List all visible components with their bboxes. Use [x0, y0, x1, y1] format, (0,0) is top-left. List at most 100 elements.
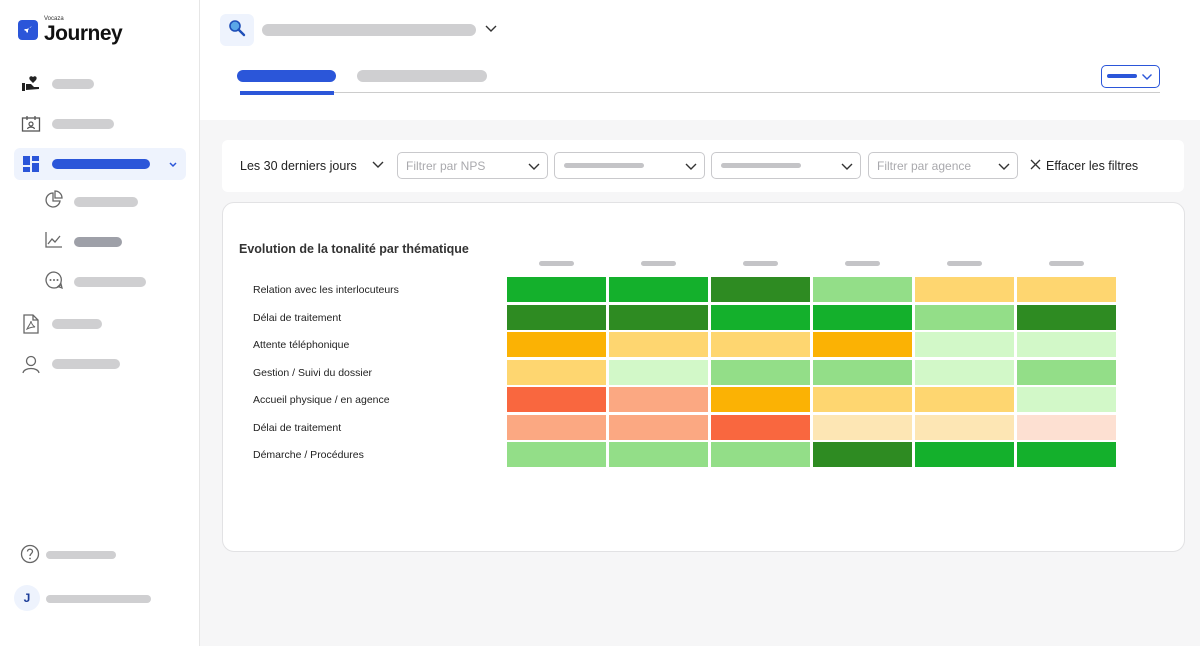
- subitem-line[interactable]: [44, 228, 184, 256]
- sidebar-item-user-label: [52, 359, 120, 369]
- view-selector-value: [1107, 74, 1137, 78]
- top-bar: [200, 0, 1200, 120]
- heatmap-cell[interactable]: [609, 359, 708, 385]
- clear-filters-button[interactable]: Effacer les filtres: [1030, 152, 1138, 179]
- sidebar-item-1[interactable]: [14, 68, 186, 100]
- period-filter-label: Les 30 derniers jours: [240, 159, 357, 173]
- heatmap-cell[interactable]: [813, 387, 912, 412]
- heatmap-cell[interactable]: [915, 359, 1014, 385]
- chevron-down-icon: [684, 160, 698, 179]
- tab-inactive[interactable]: [357, 70, 487, 82]
- sidebar-item-1-label: [52, 79, 94, 89]
- heatmap-cell[interactable]: [915, 332, 1014, 357]
- filter-select-4-value: [721, 163, 801, 168]
- heatmap-cell[interactable]: [507, 304, 606, 330]
- heatmap-cell[interactable]: [813, 332, 912, 357]
- heatmap-cell[interactable]: [507, 332, 606, 357]
- view-selector[interactable]: [1101, 65, 1160, 88]
- heatmap-cell[interactable]: [813, 277, 912, 302]
- heatmap-cell[interactable]: [813, 304, 912, 330]
- rocket-icon: [18, 20, 38, 40]
- heatmap-cell[interactable]: [1017, 359, 1116, 385]
- pie-chart-icon: [44, 189, 64, 215]
- sidebar-item-pdf[interactable]: [14, 308, 186, 340]
- heatmap-cell[interactable]: [915, 277, 1014, 302]
- sidebar-item-dashboard[interactable]: [14, 148, 186, 180]
- heatmap-cell[interactable]: [507, 442, 606, 467]
- nps-filter[interactable]: Filtrer par NPS: [397, 152, 548, 179]
- heatmap-cell[interactable]: [507, 414, 606, 440]
- heatmap-cell[interactable]: [915, 387, 1014, 412]
- tab-active-indicator: [240, 91, 334, 95]
- heatmap-cell[interactable]: [507, 387, 606, 412]
- heatmap-cell[interactable]: [609, 304, 708, 330]
- help-label[interactable]: [46, 551, 116, 559]
- heatmap-cell[interactable]: [711, 332, 810, 357]
- subitem-line-label: [74, 237, 122, 247]
- project-selector[interactable]: [262, 24, 476, 36]
- tab-active[interactable]: [237, 70, 336, 82]
- nps-filter-placeholder: Filtrer par NPS: [406, 159, 486, 173]
- row-label: Accueil physique / en agence: [253, 394, 390, 406]
- heatmap-cell[interactable]: [915, 442, 1014, 467]
- filter-select-4[interactable]: [711, 152, 861, 179]
- tab-divider: [240, 92, 1160, 93]
- filter-select-3-value: [564, 163, 644, 168]
- sidebar-item-2[interactable]: [14, 108, 186, 140]
- heatmap-cell[interactable]: [609, 442, 708, 467]
- avatar[interactable]: J: [14, 585, 40, 611]
- subitem-chat-label: [74, 277, 146, 287]
- agency-filter[interactable]: Filtrer par agence: [868, 152, 1018, 179]
- sidebar-item-user[interactable]: [14, 348, 186, 380]
- row-label: Relation avec les interlocuteurs: [253, 284, 399, 296]
- heatmap-cell[interactable]: [915, 414, 1014, 440]
- heatmap-cell[interactable]: [915, 304, 1014, 330]
- help-icon[interactable]: [20, 544, 40, 569]
- filter-select-3[interactable]: [554, 152, 705, 179]
- subitem-pie[interactable]: [44, 188, 184, 216]
- agency-filter-placeholder: Filtrer par agence: [877, 159, 972, 173]
- close-icon: [1030, 159, 1041, 173]
- column-header: [539, 261, 574, 266]
- heatmap-cell[interactable]: [711, 277, 810, 302]
- heatmap-cell[interactable]: [1017, 442, 1116, 467]
- heatmap-cell[interactable]: [813, 442, 912, 467]
- column-header: [947, 261, 982, 266]
- sidebar-item-pdf-label: [52, 319, 102, 329]
- chevron-down-icon: [371, 158, 385, 175]
- chevron-down-icon: [997, 160, 1011, 179]
- user-name-label[interactable]: [46, 595, 151, 603]
- chevron-down-icon: [1141, 70, 1153, 88]
- subitem-chat[interactable]: [44, 268, 184, 296]
- heatmap-cell[interactable]: [711, 442, 810, 467]
- heatmap-cell[interactable]: [1017, 277, 1116, 302]
- heatmap-cell[interactable]: [711, 414, 810, 440]
- heatmap-cell[interactable]: [711, 304, 810, 330]
- line-chart-icon: [44, 230, 64, 255]
- subitem-pie-label: [74, 197, 138, 207]
- chevron-down-icon[interactable]: [484, 22, 498, 41]
- heatmap-cell[interactable]: [711, 359, 810, 385]
- heatmap-cell[interactable]: [813, 414, 912, 440]
- heatmap-cell[interactable]: [507, 277, 606, 302]
- heatmap-cell[interactable]: [609, 387, 708, 412]
- heatmap-cell[interactable]: [609, 277, 708, 302]
- main-content: Les 30 derniers jours Filtrer par NPS Fi…: [200, 120, 1200, 646]
- heatmap-cell[interactable]: [507, 359, 606, 385]
- period-filter[interactable]: Les 30 derniers jours: [240, 152, 385, 180]
- brand-logo[interactable]: Vocaza Journey: [18, 16, 123, 44]
- chevron-down-icon[interactable]: [168, 157, 178, 175]
- heatmap-cell[interactable]: [609, 414, 708, 440]
- heatmap-cell[interactable]: [1017, 304, 1116, 330]
- column-header: [641, 261, 676, 266]
- search-button[interactable]: [220, 14, 254, 46]
- heatmap-cell[interactable]: [1017, 332, 1116, 357]
- heatmap-cell[interactable]: [711, 387, 810, 412]
- heatmap-cell[interactable]: [609, 332, 708, 357]
- chevron-down-icon: [527, 160, 541, 179]
- heatmap-cell[interactable]: [1017, 387, 1116, 412]
- heatmap-cell[interactable]: [813, 359, 912, 385]
- chat-bubble-icon: [44, 270, 64, 295]
- heatmap-cell[interactable]: [1017, 414, 1116, 440]
- sidebar-item-2-label: [52, 119, 114, 129]
